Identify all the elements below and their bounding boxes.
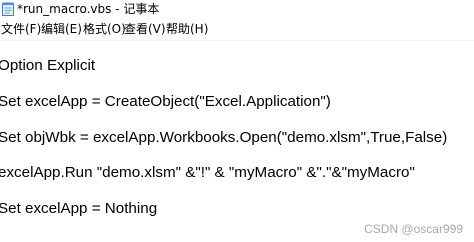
window-title: *run_macro.vbs - 记事本 (17, 2, 160, 16)
menu-bar: 文件(F) 编辑(E) 格式(O) 查看(V) 帮助(H) (0, 20, 474, 41)
menu-format[interactable]: 格式(O) (83, 22, 126, 37)
menu-file[interactable]: 文件(F) (1, 22, 41, 37)
text-editor-area[interactable]: Option Explicit Set excelApp = CreateObj… (0, 41, 474, 242)
code-line: Set excelApp = Nothing (0, 200, 158, 217)
notepad-icon (2, 2, 14, 16)
menu-view[interactable]: 查看(V) (124, 22, 166, 37)
menu-help[interactable]: 帮助(H) (166, 22, 208, 37)
menu-edit[interactable]: 编辑(E) (41, 22, 82, 37)
code-line: Option Explicit (0, 57, 96, 74)
code-line: Set objWbk = excelApp.Workbooks.Open("de… (0, 129, 448, 146)
title-bar[interactable]: *run_macro.vbs - 记事本 (0, 0, 474, 19)
code-line: excelApp.Run "demo.xlsm" &"!" & "myMacro… (0, 164, 415, 181)
watermark: CSDN @oscar999 (364, 222, 463, 236)
code-line: Set excelApp = CreateObject("Excel.Appli… (0, 93, 331, 110)
